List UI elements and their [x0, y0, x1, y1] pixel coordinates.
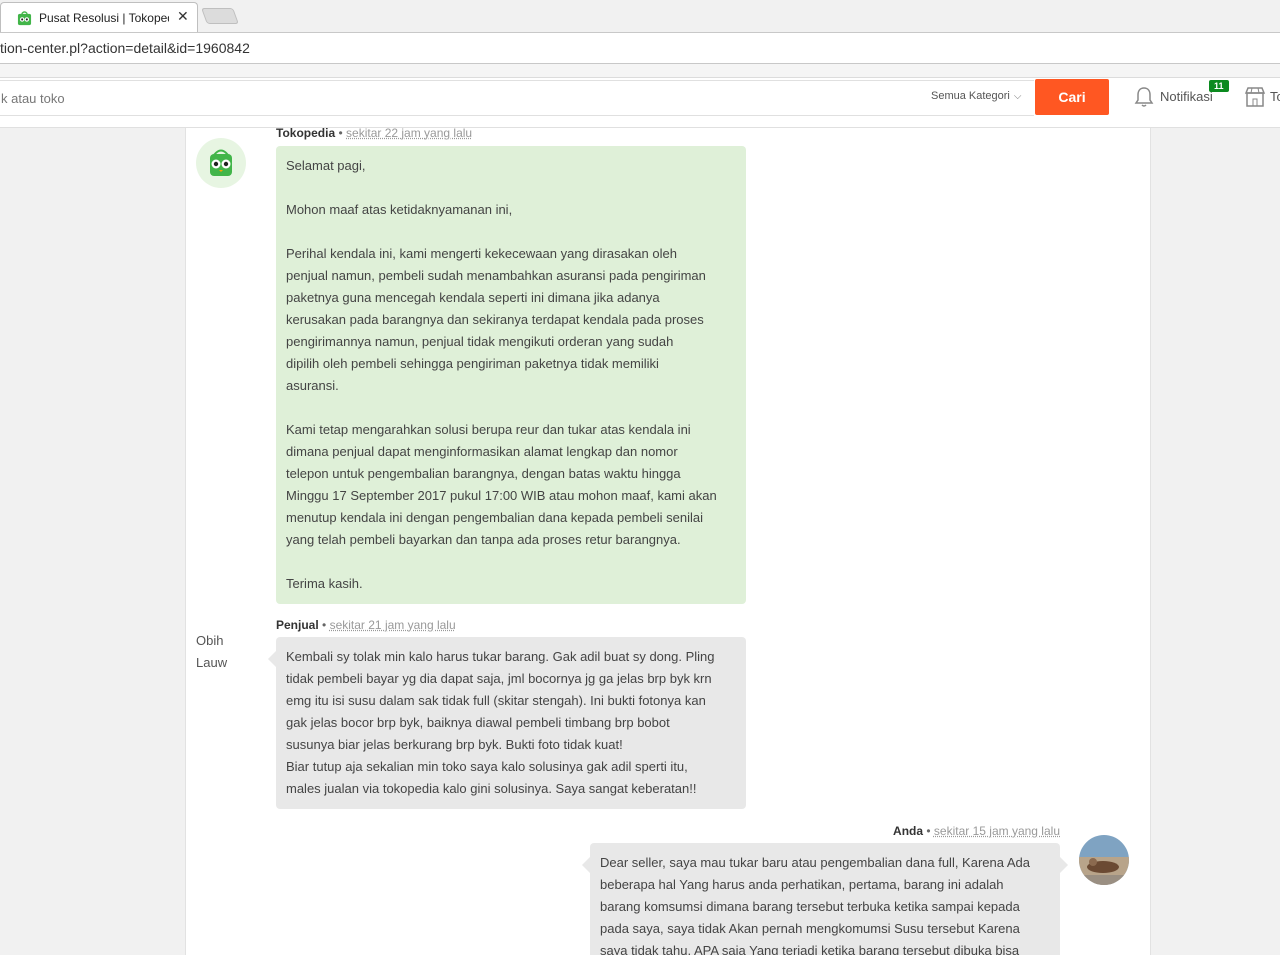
user-photo	[1079, 835, 1129, 885]
bell-icon	[1134, 87, 1154, 107]
message-author: Anda	[893, 824, 924, 838]
message-line: susunya biar jelas berkurang brp byk. Bu…	[286, 737, 623, 752]
tokopedia-logo-icon	[210, 149, 232, 176]
message-line: telepon untuk pengembalian barangnya, de…	[286, 466, 681, 481]
toolbar-divider	[0, 64, 1280, 78]
message-line: Minggu 17 September 2017 pukul 17:00 WIB…	[286, 488, 717, 503]
notification-badge: 11	[1209, 80, 1229, 92]
message-header: Tokopedia • sekitar 22 jam yang lalu	[276, 128, 472, 140]
seller-name[interactable]: Obih Lauw	[196, 630, 246, 674]
category-dropdown[interactable]: Semua Kategori ⌵	[931, 90, 1021, 102]
message-line: Kembali sy tolak min kalo harus tukar ba…	[286, 649, 715, 664]
new-tab-button[interactable]	[201, 8, 239, 24]
message-line: penjual namun, pembeli sudah menambahkan…	[286, 268, 706, 283]
message-line: Dear seller, saya mau tukar baru atau pe…	[600, 855, 1030, 870]
message-line	[286, 221, 736, 243]
message-author: Tokopedia	[276, 128, 336, 140]
search-placeholder: k atau toko	[1, 91, 65, 106]
message-line: pada saya, saya tidak Akan pernah mengko…	[600, 921, 1020, 936]
separator-dot: •	[322, 618, 327, 632]
chevron-down-icon: ⌵	[1013, 91, 1022, 102]
notification-label: Notifikasi	[1160, 89, 1213, 104]
site-header: k atau toko Semua Kategori ⌵ Cari Notifik…	[0, 78, 1280, 128]
message-line: asuransi.	[286, 378, 339, 393]
tokopedia-avatar	[196, 138, 246, 188]
message-bubble: Dear seller, saya mau tukar baru atau pe…	[582, 843, 1068, 955]
message-line	[286, 177, 736, 199]
message-line: tidak pembeli bayar yg dia dapat saja, j…	[286, 671, 712, 686]
message-line: saya tidak tahu, APA saja Yang terjadi k…	[600, 943, 1020, 955]
message-line: pengirimannya namun, penjual tidak mengi…	[286, 334, 674, 349]
message-line: Biar tutup aja sekalian min toko saya ka…	[286, 759, 688, 774]
message-line: kerusakan pada barangnya dan sekiranya t…	[286, 312, 704, 327]
message-time[interactable]: sekitar 21 jam yang lalu	[330, 618, 456, 632]
message-line: Kami tetap mengarahkan solusi berupa reu…	[286, 422, 691, 437]
browser-tab-strip: Pusat Resolusi | Tokopedia ✕	[0, 0, 1280, 32]
category-label: Semua Kategori	[931, 90, 1010, 102]
tokopedia-favicon-icon	[17, 11, 32, 26]
message-line: gak jelas bocor brp byk, baiknya diawal …	[286, 715, 670, 730]
message-time[interactable]: sekitar 22 jam yang lalu	[346, 128, 472, 140]
browser-tab[interactable]: Pusat Resolusi | Tokopedia ✕	[0, 2, 198, 32]
separator-dot: •	[338, 128, 343, 140]
resolution-conversation: Tokopedia • sekitar 22 jam yang lalu Sel…	[185, 128, 1151, 955]
message-line: dimana penjual dapat menginformasikan al…	[286, 444, 678, 459]
store-icon	[1244, 87, 1266, 107]
user-avatar[interactable]	[1079, 835, 1129, 885]
message-line: dipilih oleh pembeli sehingga pengiriman…	[286, 356, 659, 371]
search-input[interactable]: k atau toko	[0, 80, 1034, 116]
message-line: beberapa hal Yang harus anda perhatikan,…	[600, 877, 1004, 892]
message-line: paketnya guna mencegah kendala seperti i…	[286, 290, 660, 305]
message-line: males jualan via tokopedia kalo gini sol…	[286, 781, 697, 796]
message-line	[286, 397, 736, 419]
address-bar[interactable]: tion-center.pl?action=detail&id=1960842	[0, 32, 1280, 64]
message-line: Mohon maaf atas ketidaknyamanan ini,	[286, 202, 513, 217]
search-button[interactable]: Cari	[1035, 79, 1109, 115]
message-line: menutup kendala ini dengan pengembalian …	[286, 510, 704, 525]
separator-dot: •	[926, 824, 931, 838]
message-bubble: Kembali sy tolak min kalo harus tukar ba…	[268, 637, 746, 809]
message-bubble: Selamat pagi, Mohon maaf atas ketidaknya…	[276, 146, 746, 604]
url-text[interactable]: tion-center.pl?action=detail&id=1960842	[0, 40, 250, 56]
store-label: To	[1270, 89, 1280, 104]
message-author: Penjual	[276, 618, 319, 632]
message-line	[286, 551, 736, 573]
message-line: yang telah pembeli bayarkan dan tanpa ad…	[286, 532, 681, 547]
message-line: Selamat pagi,	[286, 158, 366, 173]
message-header: Anda • sekitar 15 jam yang lalu	[893, 824, 1060, 838]
message-time[interactable]: sekitar 15 jam yang lalu	[934, 824, 1060, 838]
message-line: barang komsumsi dimana barang tersebut t…	[600, 899, 1020, 914]
tab-title: Pusat Resolusi | Tokopedia	[39, 11, 169, 25]
message-header: Penjual • sekitar 21 jam yang lalu	[276, 618, 456, 632]
message-line: Perihal kendala ini, kami mengerti kekec…	[286, 246, 677, 261]
message-line: emg itu isi susu dalam sak tidak full (s…	[286, 693, 706, 708]
close-icon[interactable]: ✕	[177, 9, 189, 25]
message-line: Terima kasih.	[286, 576, 363, 591]
